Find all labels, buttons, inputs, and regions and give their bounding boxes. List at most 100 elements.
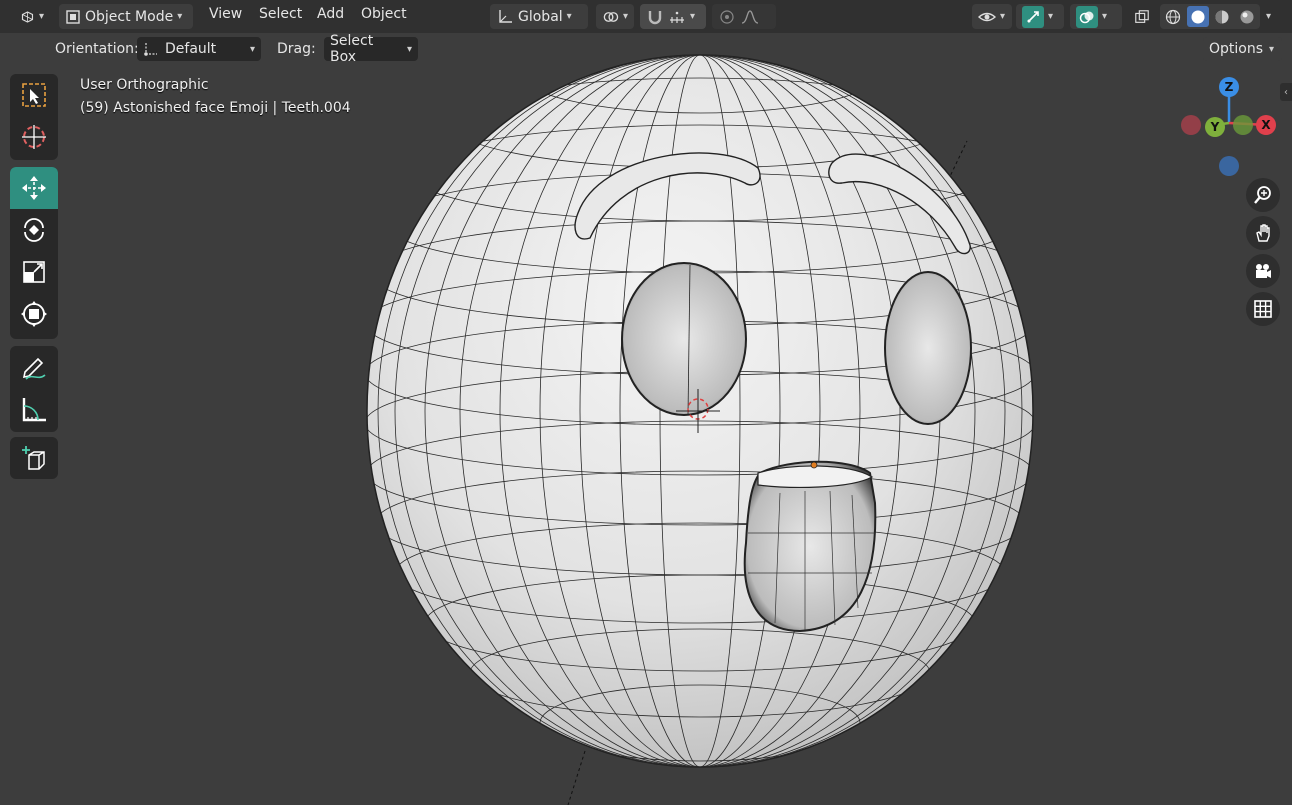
xray-toggle[interactable] [1128, 4, 1156, 29]
viewport-header: ▾ Object Mode ▾ View Select Add Object G… [0, 0, 1292, 33]
gizmo-y-axis[interactable]: Y [1205, 117, 1225, 137]
object-visibility-dropdown[interactable]: ▾ [972, 4, 1012, 29]
drag-dropdown[interactable]: Select Box ▾ [324, 33, 418, 65]
chevron-down-icon: ▾ [1102, 11, 1108, 22]
gizmo-z-axis[interactable]: Z [1219, 77, 1239, 97]
move-icon [22, 176, 46, 200]
emoji-mesh-render [366, 54, 1034, 805]
select-box-tool[interactable] [10, 74, 58, 116]
ruler-icon [22, 398, 46, 422]
rendered-sphere-icon [1240, 10, 1254, 23]
orientation-value: Default [165, 41, 217, 57]
menu-select[interactable]: Select [259, 6, 302, 22]
3d-viewport-icon [21, 10, 34, 23]
pan-button[interactable] [1246, 216, 1280, 250]
zoom-icon [1254, 186, 1271, 204]
orientation-axes-icon [144, 43, 157, 56]
menu-view[interactable]: View [209, 6, 242, 22]
rendered-shading-button[interactable] [1236, 6, 1259, 27]
object-mode-icon [66, 9, 80, 24]
xray-icon [1135, 9, 1149, 23]
proportional-edit-icon [720, 9, 734, 24]
snap-toggle[interactable]: ▾ [640, 4, 706, 29]
add-cube-tool[interactable] [10, 437, 58, 479]
sidebar-toggle-icon[interactable]: ‹ [1280, 83, 1292, 101]
eye-icon [978, 12, 996, 21]
overlays-toggle[interactable]: ▾ [1070, 4, 1122, 29]
magnet-icon [648, 10, 662, 24]
cursor-tool[interactable] [10, 116, 58, 158]
3d-viewport[interactable]: User Orthographic (59) Astonished face E… [0, 33, 1292, 805]
cursor-icon [22, 125, 46, 149]
tool-settings-bar: Orientation: Default ▾ Drag: Select Box … [0, 33, 1292, 65]
gizmo-neg-z-axis[interactable] [1219, 156, 1239, 176]
gizmo-x-axis[interactable]: X [1256, 115, 1276, 135]
chevron-down-icon: ▾ [622, 11, 628, 22]
orientation-setting-label: Orientation: [55, 41, 139, 57]
chevron-down-icon: ▾ [1000, 11, 1006, 22]
overlays-icon [1076, 5, 1098, 28]
menu-add[interactable]: Add [317, 6, 344, 22]
wireframe-sphere-icon [1166, 9, 1181, 24]
pivot-icon [603, 11, 619, 22]
toolbar-select-group [10, 74, 58, 160]
solid-shading-button[interactable] [1186, 6, 1209, 27]
gizmo-icon [1022, 5, 1044, 28]
toolbar-add-group [10, 437, 58, 479]
zoom-button[interactable] [1246, 178, 1280, 212]
view-name-label: User Orthographic [80, 77, 209, 93]
chevron-down-icon: ▾ [38, 11, 44, 22]
chevron-down-icon: ▾ [249, 43, 255, 55]
transform-tool[interactable] [10, 293, 58, 335]
gizmo-toggle[interactable]: ▾ [1016, 4, 1064, 29]
measure-tool[interactable] [10, 388, 58, 430]
chevron-down-icon: ▾ [690, 11, 696, 22]
add-cube-icon [22, 446, 45, 470]
scale-tool[interactable] [10, 251, 58, 293]
object-info-label: (59) Astonished face Emoji | Teeth.004 [80, 100, 351, 116]
object-origin-icon [810, 461, 818, 469]
rotate-icon [24, 218, 44, 242]
orientation-dropdown[interactable]: Default ▾ [137, 37, 261, 61]
material-sphere-icon [1215, 10, 1229, 23]
scale-icon [23, 261, 45, 283]
proportional-editing[interactable] [712, 4, 776, 29]
gizmo-neg-y-axis[interactable] [1233, 115, 1253, 135]
snap-increment-icon [670, 11, 684, 23]
editor-type-button[interactable]: ▾ [14, 4, 50, 29]
camera-view-button[interactable] [1246, 254, 1280, 288]
gizmo-neg-x-axis[interactable] [1181, 115, 1201, 135]
hand-icon [1256, 224, 1270, 242]
options-label: Options [1209, 41, 1264, 57]
shading-options-dropdown[interactable]: ▾ [1262, 4, 1286, 29]
material-preview-button[interactable] [1211, 6, 1234, 27]
falloff-curve-icon [741, 9, 759, 24]
move-tool[interactable] [10, 167, 58, 209]
camera-icon [1256, 264, 1271, 278]
toolbar-annotate-group [10, 346, 58, 432]
options-dropdown[interactable]: Options ▾ [1203, 37, 1282, 61]
transform-axes-icon [499, 9, 512, 23]
chevron-down-icon: ▾ [1269, 43, 1275, 55]
mode-label: Object Mode [85, 8, 174, 25]
chevron-down-icon: ▾ [1266, 11, 1272, 22]
drag-setting-label: Drag: [277, 41, 316, 57]
menu-object[interactable]: Object [361, 6, 407, 22]
rotate-tool[interactable] [10, 209, 58, 251]
transform-orientation-dropdown[interactable]: Global ▾ [490, 4, 588, 29]
chevron-down-icon: ▾ [406, 43, 412, 55]
pencil-icon [22, 357, 46, 380]
chevron-down-icon: ▾ [1048, 11, 1054, 22]
orientation-label: Global [518, 8, 563, 25]
shading-mode-group [1160, 4, 1260, 29]
mode-selector[interactable]: Object Mode ▾ [59, 4, 193, 29]
chevron-down-icon: ▾ [177, 11, 183, 22]
pivot-point-dropdown[interactable]: ▾ [596, 4, 634, 29]
chevron-down-icon: ▾ [566, 11, 572, 22]
ortho-toggle-button[interactable] [1246, 292, 1280, 326]
toolbar-transform-group [10, 167, 58, 339]
wireframe-shading-button[interactable] [1162, 6, 1185, 27]
select-box-icon [22, 83, 46, 107]
solid-sphere-icon [1191, 10, 1205, 23]
annotate-tool[interactable] [10, 346, 58, 388]
